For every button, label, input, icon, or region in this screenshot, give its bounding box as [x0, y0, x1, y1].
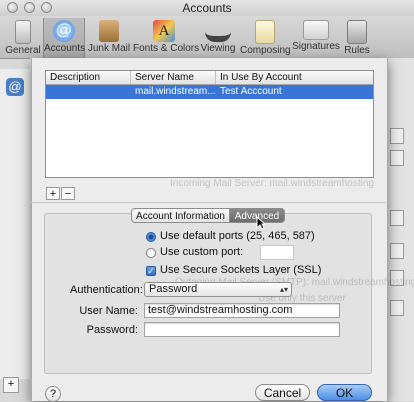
at-sign-icon: @	[53, 20, 75, 42]
background-text: Incoming Mail Server: mail.windstreamhos…	[170, 178, 374, 189]
junk-mail-icon	[99, 20, 119, 42]
toolbar-viewing[interactable]: Viewing	[198, 18, 238, 58]
fonts-colors-icon: A	[153, 20, 175, 42]
table-header: Description Server Name In Use By Accoun…	[46, 71, 373, 85]
authentication-label: Authentication:	[70, 284, 143, 296]
toolbar-rules[interactable]: Rules	[342, 18, 372, 58]
pencil-icon	[255, 20, 275, 44]
accounts-list[interactable]	[0, 69, 31, 379]
ssl-label: Use Secure Sockets Layer (SSL)	[160, 264, 322, 276]
password-field[interactable]	[144, 322, 340, 337]
ok-button[interactable]: OK	[317, 384, 372, 401]
preferences-toolbar: General @ Accounts Junk Mail A Fonts & C…	[0, 16, 414, 59]
ssl-checkbox[interactable]: ✓	[146, 266, 156, 276]
remove-server-button[interactable]: −	[61, 187, 75, 200]
user-name-field[interactable]: test@windstreamhosting.com	[144, 303, 340, 318]
add-account-button[interactable]: +	[3, 377, 19, 393]
custom-port-label: Use custom port:	[160, 246, 244, 258]
background-control	[390, 150, 404, 166]
background-control	[390, 243, 404, 259]
authentication-value: Password	[149, 283, 198, 295]
cell-in-use-by-account: Test Acccount	[220, 86, 282, 97]
custom-port-radio[interactable]	[146, 248, 156, 258]
column-header-description[interactable]: Description	[46, 71, 131, 84]
default-ports-label: Use default ports (25, 465, 587)	[160, 230, 315, 242]
signature-icon	[303, 20, 329, 40]
column-header-in-use-by-account[interactable]: In Use By Account	[216, 71, 373, 84]
toolbar-fonts-colors[interactable]: A Fonts & Colors	[133, 18, 199, 58]
custom-port-field	[260, 245, 294, 260]
background-control	[390, 128, 404, 144]
toolbar-signatures[interactable]: Signatures	[292, 18, 340, 58]
divider	[31, 202, 386, 203]
cell-description	[46, 85, 131, 99]
smtp-server-table[interactable]: Description Server Name In Use By Accoun…	[45, 70, 374, 178]
stepper-arrows-icon: ▴▾	[279, 285, 288, 294]
table-row[interactable]: mail.windstream... Test Acccount	[46, 85, 373, 99]
window-title: Accounts	[182, 1, 232, 15]
background-control	[390, 300, 404, 316]
glasses-icon	[205, 20, 231, 42]
toolbar-junk-mail[interactable]: Junk Mail	[87, 18, 131, 58]
column-header-server-name[interactable]: Server Name	[131, 71, 216, 84]
user-name-label: User Name:	[79, 305, 138, 317]
account-at-icon[interactable]: @	[6, 78, 24, 96]
toolbar-general[interactable]: General	[4, 18, 42, 58]
toolbar-composing[interactable]: Composing	[240, 18, 291, 58]
title-bar: Accounts	[0, 0, 414, 17]
authentication-select[interactable]: Password ▴▾	[144, 282, 292, 297]
help-button[interactable]: ?	[45, 386, 61, 402]
tab-account-information[interactable]: Account Information	[131, 208, 230, 223]
toolbar-accounts[interactable]: @ Accounts	[43, 18, 85, 58]
mouse-pointer-icon	[256, 216, 266, 230]
rules-icon	[347, 20, 367, 44]
background-control	[390, 210, 404, 226]
default-ports-radio[interactable]	[146, 232, 156, 242]
password-label: Password:	[86, 324, 138, 336]
add-server-button[interactable]: +	[46, 187, 60, 200]
switch-icon	[15, 20, 31, 44]
cancel-button[interactable]: Cancel	[255, 384, 310, 401]
cell-server-name: mail.windstream...	[135, 86, 216, 97]
